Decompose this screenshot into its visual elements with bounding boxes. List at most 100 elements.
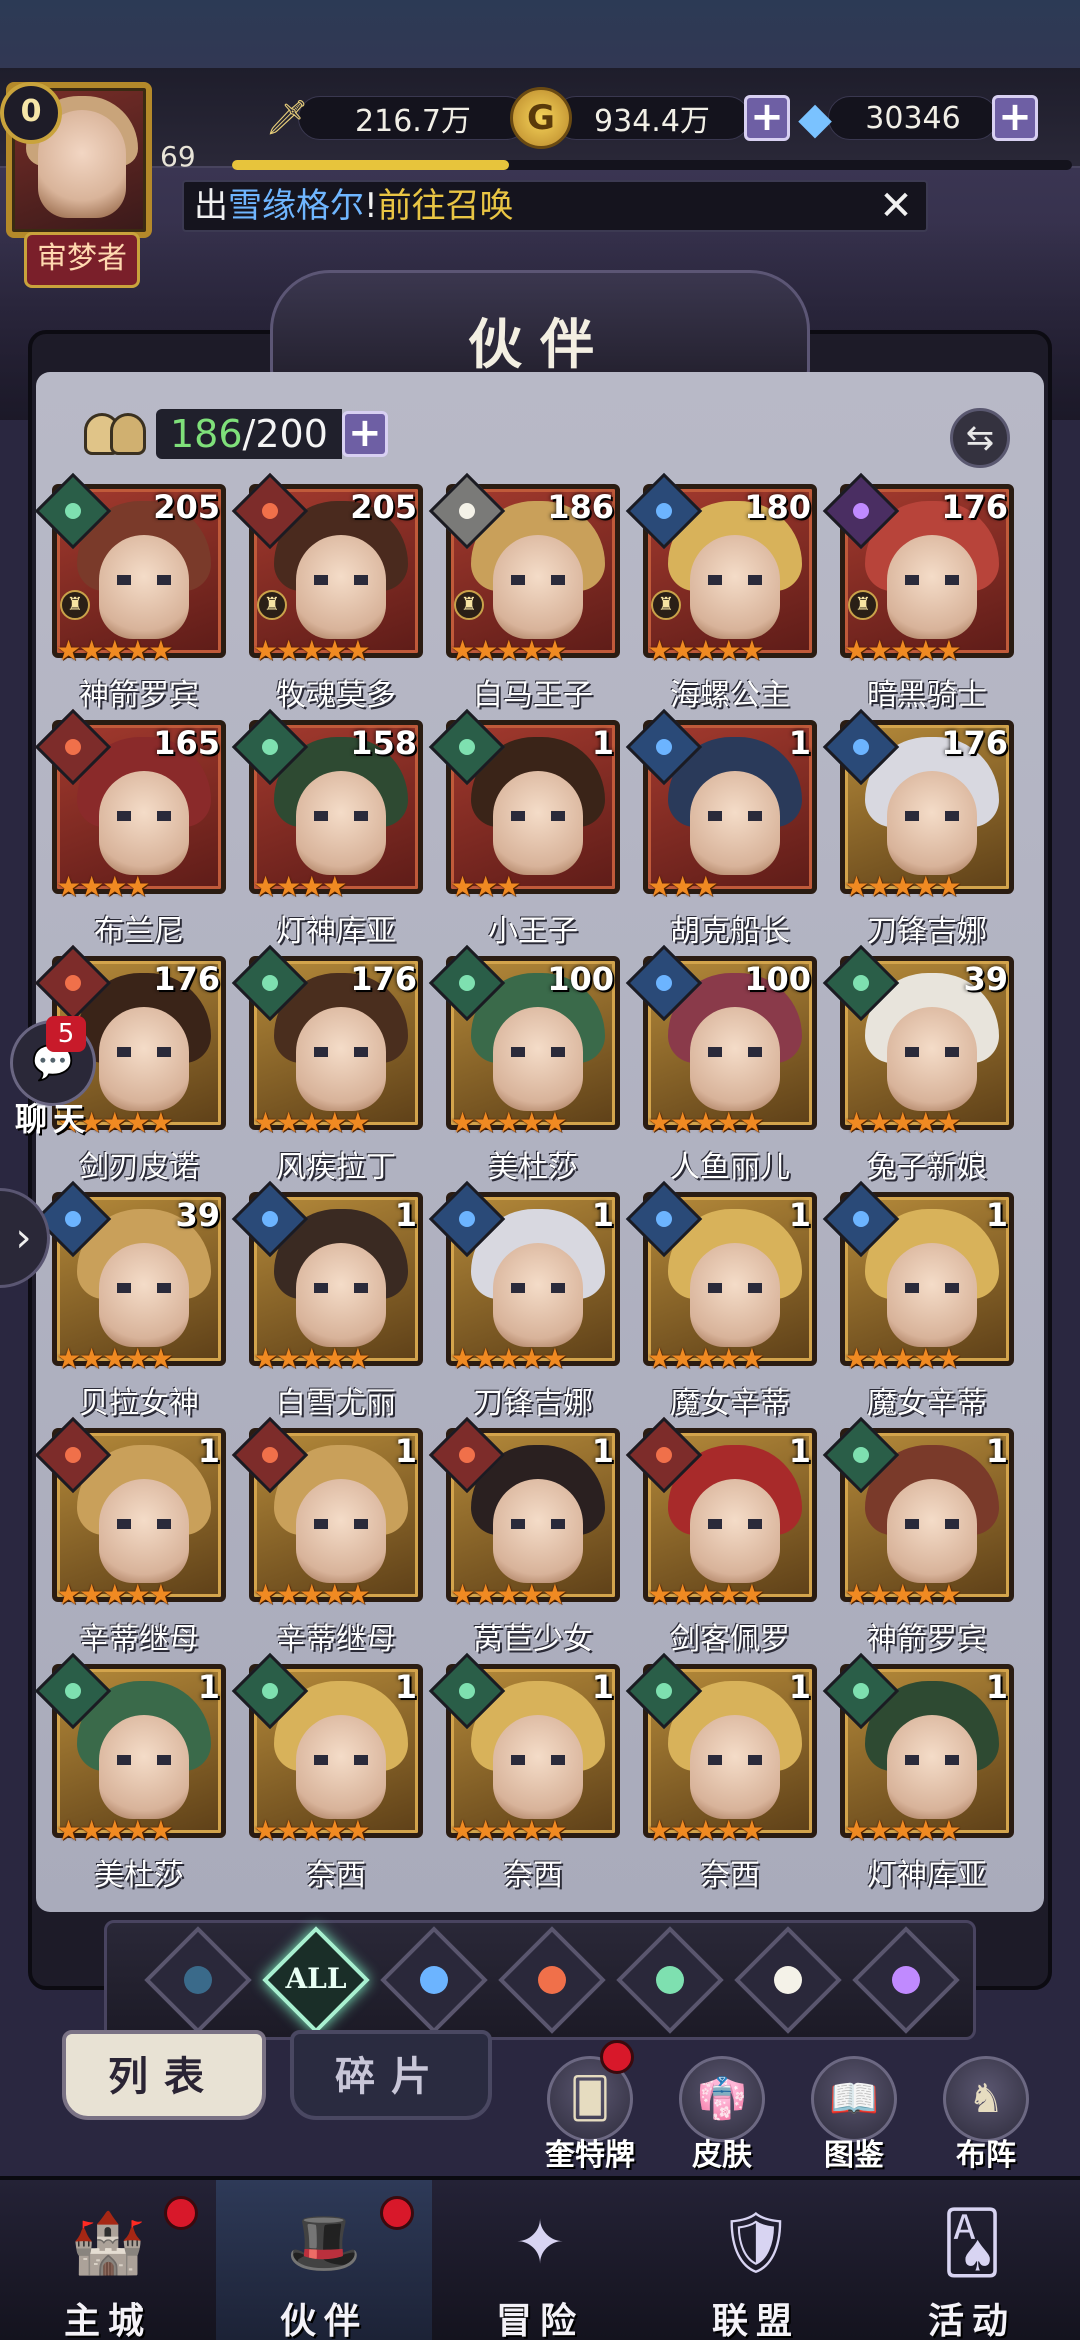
tab-list[interactable]: 列表 <box>62 2030 266 2120</box>
hero-card[interactable]: 1 ★★★★★ 剑客佩罗 <box>625 1416 823 1657</box>
hero-face <box>690 1243 780 1347</box>
hero-card[interactable]: 176 ♜ ★★★★★ 暗黑骑士 <box>822 472 1020 713</box>
hero-card[interactable]: 1 ★★★ 胡克船长 <box>625 708 823 949</box>
hero-name: 贝拉女神 <box>79 1386 199 1421</box>
hero-level: 1 <box>197 1668 220 1706</box>
hero-card[interactable]: 1 ★★★★★ 莴苣少女 <box>428 1416 626 1657</box>
hero-eyes <box>905 811 959 821</box>
hero-card[interactable]: 180 ♜ ★★★★★ 海螺公主 <box>625 472 823 713</box>
hero-level: 176 <box>350 960 417 998</box>
sort-toggle-button[interactable]: ⇆ <box>950 408 1010 468</box>
hero-level: 1 <box>591 724 614 762</box>
expand-capacity-button[interactable]: + <box>341 411 388 457</box>
shortcut-formation[interactable]: ♞ 布阵 <box>936 2056 1036 2173</box>
hero-level: 176 <box>941 724 1008 762</box>
hero-card[interactable]: 100 ★★★★★ 人鱼丽儿 <box>625 944 823 1185</box>
star-rating: ★★★★★ <box>450 1106 568 1139</box>
hero-card[interactable]: 100 ★★★★★ 美杜莎 <box>428 944 626 1185</box>
hero-level: 1 <box>788 1668 811 1706</box>
element-gem <box>262 1211 278 1227</box>
hero-card[interactable]: 176 ★★★★★ 刀锋吉娜 <box>822 708 1020 949</box>
hero-eyes <box>314 575 368 585</box>
hero-card[interactable]: 1 ★★★★★ 辛蒂继母 <box>231 1416 429 1657</box>
hero-face <box>296 771 386 875</box>
partner-capacity: /200 <box>242 412 328 456</box>
hero-card[interactable]: 39 ★★★★★ 兔子新娘 <box>822 944 1020 1185</box>
star-rating: ★★★★★ <box>450 634 568 667</box>
hero-card[interactable]: 1 ★★★★★ 奈西 <box>625 1652 823 1893</box>
hero-card[interactable]: 186 ♜ ★★★★★ 白马王子 <box>428 472 626 713</box>
hero-card[interactable]: 1 ★★★★★ 魔女辛蒂 <box>822 1180 1020 1421</box>
player-title-badge[interactable]: 审梦者 <box>24 232 140 288</box>
hero-name: 辛蒂继母 <box>79 1622 199 1657</box>
hero-eyes <box>905 1283 959 1293</box>
hero-level: 1 <box>591 1668 614 1706</box>
hero-card[interactable]: 205 ♜ ★★★★★ 神箭罗宾 <box>34 472 232 713</box>
element-gem <box>459 739 475 755</box>
add-gems-button[interactable]: + <box>992 95 1038 141</box>
cards-icon: 🂡 <box>941 2208 1003 2278</box>
nav-4[interactable]: 🂡 活动 <box>864 2180 1080 2340</box>
hero-name: 奈西 <box>503 1858 563 1893</box>
hero-card[interactable]: 1 ★★★★★ 灯神库亚 <box>822 1652 1020 1893</box>
hero-card[interactable]: 1 ★★★★★ 奈西 <box>428 1652 626 1893</box>
element-gem <box>853 1211 869 1227</box>
hero-name: 灯神库亚 <box>276 914 396 949</box>
chat-label[interactable]: 聊天 <box>10 1094 96 1140</box>
gold-value: 934.4万 <box>554 96 750 140</box>
hero-name: 剑客佩罗 <box>670 1622 790 1657</box>
hero-name: 牧魂莫多 <box>276 678 396 713</box>
element-gem <box>65 1683 81 1699</box>
hero-eyes <box>905 575 959 585</box>
shortcut-label: 皮肤 <box>692 2138 752 2173</box>
hero-card[interactable]: 176 ★★★★★ 风疾拉丁 <box>231 944 429 1185</box>
hero-name: 魔女辛蒂 <box>670 1386 790 1421</box>
hero-face <box>493 1007 583 1111</box>
marquee-summon-link[interactable]: 前往召唤 <box>378 186 514 226</box>
tab-fragments[interactable]: 碎片 <box>290 2030 492 2120</box>
element-gem <box>853 503 869 519</box>
hero-card[interactable]: 1 ★★★ 小王子 <box>428 708 626 949</box>
element-gem <box>656 975 672 991</box>
shortcut-codex[interactable]: 📖 图鉴 <box>804 2056 904 2173</box>
hero-face <box>887 771 977 875</box>
shortcut-skin[interactable]: 👘 皮肤 <box>672 2056 772 2173</box>
hero-face <box>493 1243 583 1347</box>
filter-all-label[interactable]: ALL <box>271 1962 361 1995</box>
hero-card[interactable]: 1 ★★★★★ 辛蒂继母 <box>34 1416 232 1657</box>
hero-card[interactable]: 1 ★★★★★ 白雪尤丽 <box>231 1180 429 1421</box>
tower-icon: ♜ <box>848 590 878 620</box>
hero-level: 1 <box>985 1196 1008 1234</box>
hero-name: 兔子新娘 <box>867 1150 987 1185</box>
nav-3[interactable]: 🛡 联盟 <box>648 2180 864 2340</box>
star-rating: ★★★★★ <box>844 1106 962 1139</box>
hero-card[interactable]: 1 ★★★★★ 神箭罗宾 <box>822 1416 1020 1657</box>
element-gem <box>853 1683 869 1699</box>
hero-face <box>296 1715 386 1819</box>
hero-eyes <box>708 1755 762 1765</box>
hero-eyes <box>511 575 565 585</box>
hero-eyes <box>117 1755 171 1765</box>
hero-card[interactable]: 1 ★★★★★ 奈西 <box>231 1652 429 1893</box>
hero-card[interactable]: 1 ★★★★★ 刀锋吉娜 <box>428 1180 626 1421</box>
hero-level: 186 <box>547 488 614 526</box>
filter-gem <box>892 1966 920 1994</box>
hero-card[interactable]: 158 ★★★★ 灯神库亚 <box>231 708 429 949</box>
hero-eyes <box>708 575 762 585</box>
close-icon[interactable]: ✕ <box>868 184 924 228</box>
hero-card[interactable]: 39 ★★★★★ 贝拉女神 <box>34 1180 232 1421</box>
hero-level: 205 <box>350 488 417 526</box>
tower-icon: ♜ <box>454 590 484 620</box>
element-gem <box>65 1211 81 1227</box>
hero-card[interactable]: 1 ★★★★★ 美杜莎 <box>34 1652 232 1893</box>
hero-eyes <box>117 811 171 821</box>
nav-2[interactable]: ✦ 冒险 <box>432 2180 648 2340</box>
hero-name: 奈西 <box>700 1858 760 1893</box>
announcement-marquee[interactable]: 出雪缘格尔!前往召唤 <box>182 180 928 232</box>
hero-card[interactable]: 205 ♜ ★★★★★ 牧魂莫多 <box>231 472 429 713</box>
chat-unread-badge: 5 <box>46 1016 86 1052</box>
hero-card[interactable]: 165 ★★★★ 布兰尼 <box>34 708 232 949</box>
hero-face <box>690 1479 780 1583</box>
hero-card[interactable]: 1 ★★★★★ 魔女辛蒂 <box>625 1180 823 1421</box>
shortcut-label: 图鉴 <box>824 2138 884 2173</box>
